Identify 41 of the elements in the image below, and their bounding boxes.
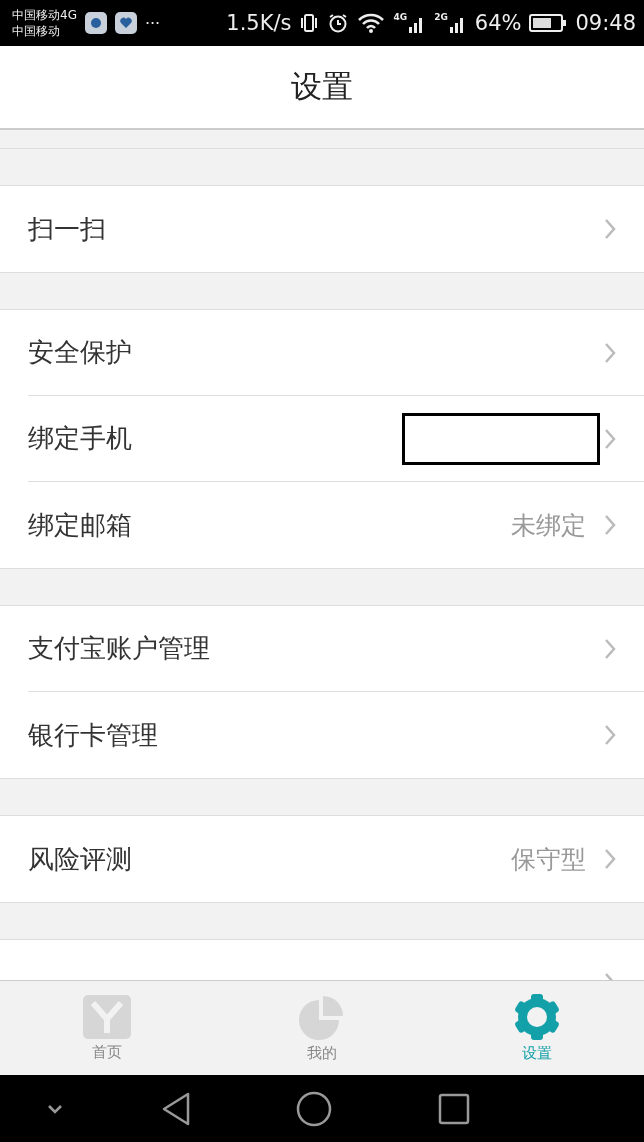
- app-icon: [84, 12, 107, 34]
- m-logo-icon: [83, 994, 132, 1039]
- row-label: 支付宝账户管理: [28, 632, 211, 665]
- wifi-icon: [357, 12, 386, 34]
- row-value: 未绑定: [511, 509, 586, 542]
- chevron-icon: [604, 848, 616, 870]
- carrier-name: 中国移动: [12, 23, 61, 39]
- network-type: 4G: [393, 12, 408, 22]
- battery-icon: [529, 14, 568, 32]
- settings-row[interactable]: 银行卡管理: [28, 692, 644, 778]
- settings-row[interactable]: 支付宝账户管理: [28, 606, 644, 692]
- pie-chart-icon: [298, 993, 346, 1040]
- row-label: 绑定手机: [28, 422, 133, 455]
- chevron-down-icon[interactable]: [46, 1102, 64, 1115]
- row-label: 安全保护: [28, 336, 133, 369]
- row-label: 扫一扫: [28, 212, 107, 246]
- chevron-icon: [604, 724, 616, 746]
- row-label: 银行卡管理: [28, 718, 159, 752]
- page-title: 设置: [291, 67, 353, 106]
- settings-icon: [513, 993, 560, 1040]
- clock: 09:48: [575, 11, 636, 35]
- settings-row[interactable]: 安全保护: [28, 310, 644, 396]
- chevron-icon: [604, 514, 616, 536]
- recents-icon[interactable]: [438, 1092, 470, 1125]
- vibrate-icon: [299, 12, 320, 34]
- back-icon[interactable]: [160, 1090, 192, 1127]
- network-type: 2G: [434, 12, 448, 22]
- more-indicator: ···: [144, 13, 161, 33]
- network-speed: 1.5K/s: [226, 11, 292, 35]
- settings-row[interactable]: 绑定手机: [28, 396, 644, 482]
- battery-percent: 64%: [474, 11, 522, 35]
- settings-row[interactable]: 绑定邮箱 未绑定: [28, 482, 644, 568]
- row-label: 绑定邮箱: [28, 508, 133, 542]
- row-label: 风险评测: [28, 842, 133, 876]
- chevron-icon: [604, 427, 616, 450]
- home-icon[interactable]: [296, 1090, 332, 1127]
- chevron-icon: [604, 637, 616, 660]
- chevron-icon: [604, 218, 616, 240]
- carrier-name: 中国移动4G: [12, 7, 77, 23]
- row-value: 保守型: [511, 843, 586, 876]
- chevron-icon: [604, 341, 616, 364]
